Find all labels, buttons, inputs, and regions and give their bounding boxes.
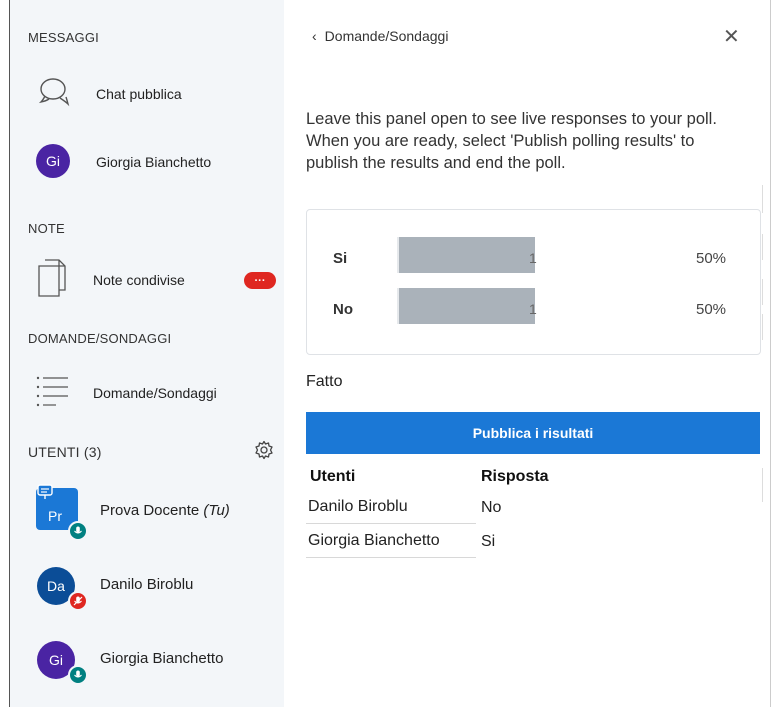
user-list-item[interactable]: Da Danilo Biroblu (10, 558, 284, 618)
column-header-users: Utenti (310, 468, 356, 485)
divider (762, 185, 763, 213)
divider (762, 234, 763, 260)
chat-bubble-icon (38, 76, 74, 113)
result-bar (397, 237, 535, 273)
user-name: Danilo Biroblu (100, 576, 194, 593)
polls-section-title: DOMANDE/SONDAGGI (28, 331, 172, 346)
sidebar-item-shared-notes[interactable]: Note condivise (10, 254, 284, 306)
result-count: 1 (529, 250, 537, 266)
close-icon[interactable]: ✕ (723, 24, 740, 49)
notes-section-title: NOTE (28, 221, 65, 236)
user-name: Prova Docente (Tu) (100, 502, 230, 519)
response-user: Giorgia Bianchetto (308, 532, 440, 549)
divider (762, 468, 763, 502)
microphone-icon (68, 521, 88, 541)
chevron-left-icon: ‹ (312, 28, 317, 44)
document-icon (37, 258, 67, 303)
poll-results: Si 1 50% No 1 50% (306, 209, 761, 355)
gear-icon[interactable] (254, 440, 274, 465)
shared-notes-label: Note condivise (93, 272, 185, 288)
result-count: 1 (529, 301, 537, 317)
messages-section-title: MESSAGGI (28, 30, 99, 45)
public-chat-label: Chat pubblica (96, 86, 182, 102)
answer-label: No (333, 301, 353, 318)
result-percent: 50% (696, 250, 727, 267)
row-divider (306, 523, 476, 524)
column-header-answer: Risposta (481, 468, 549, 485)
sidebar-item-polls[interactable]: Domande/Sondaggi (10, 366, 284, 418)
sidebar-item-public-chat[interactable]: Chat pubblica (10, 66, 284, 118)
private-chat-name: Giorgia Bianchetto (96, 154, 212, 170)
panel-title: Domande/Sondaggi (324, 28, 449, 44)
response-answer: Si (481, 533, 496, 550)
sidebar: MESSAGGI Chat pubblica Gi Giorgia Bianch… (10, 0, 284, 707)
response-answer: No (481, 499, 502, 516)
you-tag: (Tu) (203, 502, 230, 519)
row-divider (306, 557, 476, 558)
presenter-icon (37, 484, 53, 505)
user-name: Giorgia Bianchetto (100, 650, 224, 667)
list-icon (36, 374, 70, 413)
poll-instructions: Leave this panel open to see live respon… (306, 110, 717, 172)
poll-status: Fatto (306, 373, 343, 390)
publish-results-button[interactable]: Pubblica i risultati (306, 412, 760, 454)
divider (762, 314, 763, 340)
microphone-muted-icon (68, 591, 88, 611)
user-list-item[interactable]: Pr Prova Docente (Tu) (10, 480, 284, 542)
user-name-text: Prova Docente (100, 502, 200, 519)
avatar-initials: Pr (48, 508, 62, 524)
divider (762, 279, 763, 305)
polls-label: Domande/Sondaggi (93, 385, 217, 401)
user-list-item[interactable]: Gi Giorgia Bianchetto (10, 632, 284, 692)
back-button[interactable]: ‹ Domande/Sondaggi (312, 28, 448, 44)
sidebar-item-private-chat[interactable]: Gi Giorgia Bianchetto (10, 136, 284, 188)
result-percent: 50% (696, 301, 727, 318)
users-section-title: UTENTI (3) (28, 444, 102, 460)
response-user: Danilo Biroblu (308, 498, 408, 515)
microphone-icon (68, 665, 88, 685)
result-bar (397, 288, 535, 324)
avatar: Gi (36, 144, 70, 178)
answer-label: Si (333, 250, 348, 267)
unread-badge: ··· (244, 272, 276, 289)
